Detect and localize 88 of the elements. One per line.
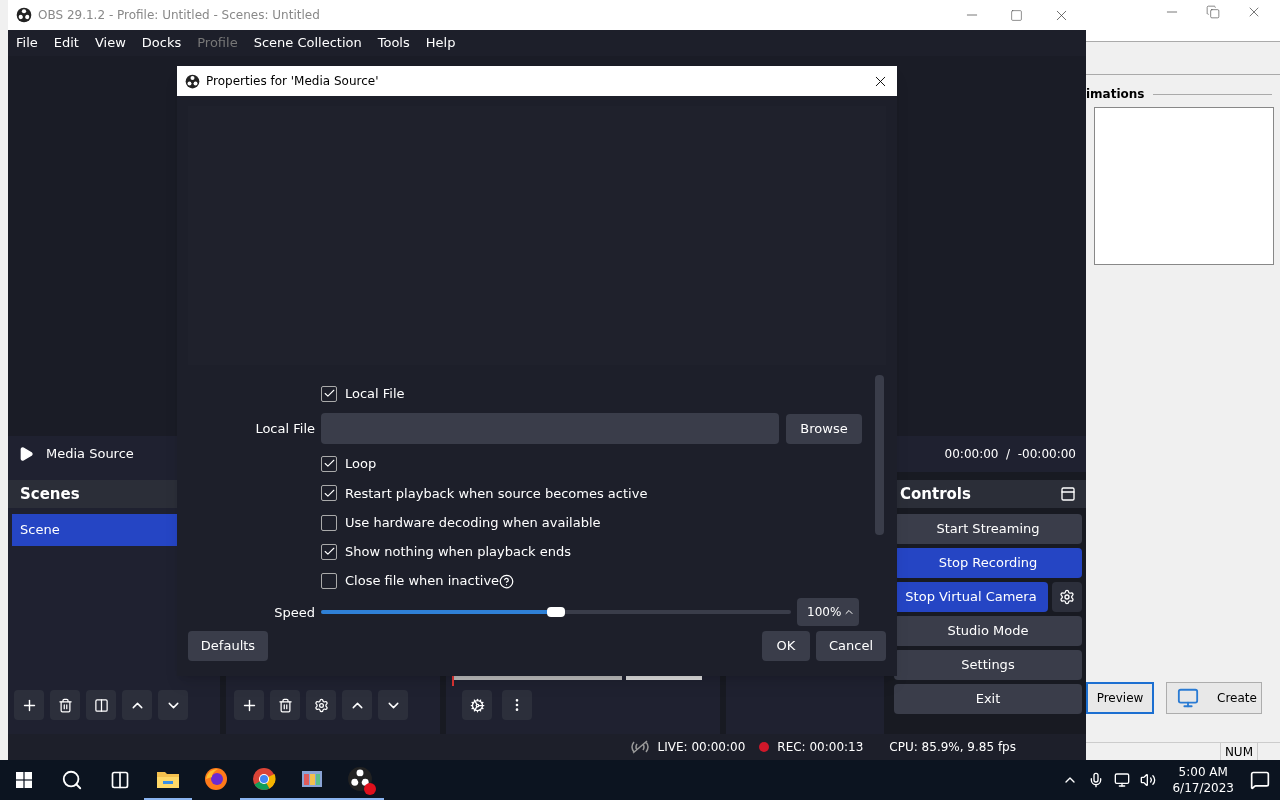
speed-slider[interactable] bbox=[321, 606, 791, 619]
move-down-button[interactable] bbox=[158, 690, 188, 720]
media-time: 00:00:00 / -00:00:00 bbox=[944, 446, 1076, 463]
remove-button[interactable] bbox=[270, 690, 300, 720]
folder-icon bbox=[156, 769, 180, 789]
checkbox-label: Loop bbox=[345, 455, 377, 474]
filters-button[interactable] bbox=[86, 690, 116, 720]
help-icon[interactable] bbox=[499, 573, 515, 589]
window-title: OBS 29.1.2 - Profile: Untitled - Scenes: Untitled bbox=[38, 7, 320, 24]
notifications-icon[interactable] bbox=[1250, 770, 1270, 790]
live-status: LIVE: 00:00:00 bbox=[657, 739, 746, 756]
gear-icon bbox=[313, 697, 329, 713]
search-icon[interactable] bbox=[61, 769, 83, 791]
browse-button[interactable]: Browse bbox=[786, 413, 862, 444]
checkbox[interactable] bbox=[321, 514, 337, 531]
ok-button[interactable]: OK bbox=[762, 631, 810, 661]
split-panel-icon bbox=[93, 697, 109, 713]
field-label: Speed bbox=[273, 603, 315, 622]
checkbox[interactable] bbox=[321, 385, 337, 402]
speed-value: 100% bbox=[807, 604, 842, 622]
clock-date[interactable]: 6/17/2023 bbox=[1172, 780, 1234, 796]
media-source-name: Media Source bbox=[46, 445, 134, 464]
speed-spinbox[interactable]: 100% bbox=[797, 598, 859, 627]
dialog-title: Properties for 'Media Source' bbox=[206, 73, 379, 90]
move-up-button[interactable] bbox=[122, 690, 152, 720]
file-path-field[interactable] bbox=[321, 413, 779, 445]
scrollbar[interactable] bbox=[875, 375, 884, 535]
checkbox-label: Local File bbox=[345, 384, 405, 403]
toolbar-button[interactable]: Create bbox=[1166, 682, 1262, 714]
recording-status: REC: 00:00:13 bbox=[777, 739, 864, 756]
signal-icon bbox=[629, 740, 650, 754]
control-button[interactable]: Studio Mode bbox=[894, 616, 1082, 646]
menu-item[interactable]: View bbox=[94, 33, 126, 53]
slider-thumb[interactable] bbox=[547, 607, 565, 618]
add-button[interactable] bbox=[14, 690, 44, 720]
cancel-button[interactable]: Cancel bbox=[816, 631, 886, 661]
properties-button[interactable] bbox=[306, 690, 336, 720]
volume-icon[interactable] bbox=[1140, 772, 1157, 788]
dock-title: Controls bbox=[900, 483, 971, 505]
checkbox[interactable] bbox=[321, 485, 337, 502]
menu-item[interactable]: Tools bbox=[377, 33, 410, 53]
task-view-icon[interactable] bbox=[110, 770, 130, 790]
chrome-icon bbox=[252, 767, 276, 791]
control-button[interactable]: Settings bbox=[894, 650, 1082, 680]
checkbox-label: Use hardware decoding when available bbox=[345, 513, 601, 532]
move-up-button[interactable] bbox=[342, 690, 372, 720]
settings-button[interactable] bbox=[1052, 582, 1082, 612]
recording-badge-icon bbox=[364, 783, 376, 795]
checkbox-label: Restart playback when source becomes active bbox=[345, 484, 648, 503]
menu-item[interactable]: File bbox=[16, 33, 38, 53]
menu-item[interactable]: Docks bbox=[141, 33, 182, 53]
clock-time[interactable]: 5:00 AM bbox=[1178, 764, 1228, 780]
menu-item[interactable]: Scene Collection bbox=[253, 33, 362, 53]
gear-icon bbox=[1059, 589, 1075, 605]
obs-logo-icon bbox=[347, 766, 373, 792]
undock-icon[interactable] bbox=[1060, 486, 1076, 502]
menu-item[interactable]: Edit bbox=[53, 33, 79, 53]
add-button[interactable] bbox=[234, 690, 264, 720]
menu-item[interactable]: Help bbox=[425, 33, 456, 53]
dock-title: Scenes bbox=[20, 483, 80, 505]
gears-icon bbox=[469, 697, 485, 713]
checkbox-label: Close file when inactive bbox=[345, 572, 500, 591]
obs-logo-icon bbox=[16, 7, 32, 23]
firefox-icon bbox=[204, 767, 228, 791]
monitor-icon bbox=[1177, 687, 1199, 709]
move-down-button[interactable] bbox=[378, 690, 408, 720]
restore-icon[interactable] bbox=[1206, 5, 1220, 19]
checkbox[interactable] bbox=[321, 573, 337, 590]
group-label: imations bbox=[1086, 86, 1145, 103]
remove-button[interactable] bbox=[50, 690, 80, 720]
control-button[interactable]: Exit bbox=[894, 684, 1082, 714]
checkbox[interactable] bbox=[321, 455, 337, 472]
control-button[interactable]: Stop Recording bbox=[894, 548, 1082, 578]
cpu-status: CPU: 85.9%, 9.85 fps bbox=[889, 739, 1016, 756]
trash-icon bbox=[277, 697, 293, 713]
control-button[interactable]: Start Streaming bbox=[894, 514, 1082, 544]
obs-logo-icon bbox=[185, 73, 200, 89]
checkbox[interactable] bbox=[321, 543, 337, 560]
advanced-audio-button[interactable] bbox=[462, 690, 492, 720]
control-button[interactable]: Stop Virtual Camera bbox=[894, 582, 1048, 612]
toolbar-button[interactable]: Preview bbox=[1086, 682, 1154, 714]
windows-start-icon[interactable] bbox=[16, 772, 32, 788]
maximize-icon[interactable] bbox=[1010, 8, 1023, 22]
trash-icon bbox=[57, 697, 73, 713]
defaults-button[interactable]: Defaults bbox=[188, 631, 268, 661]
checkbox-label: Show nothing when playback ends bbox=[345, 543, 572, 562]
field-label: Local File bbox=[254, 420, 315, 439]
play-icon[interactable] bbox=[18, 446, 34, 462]
